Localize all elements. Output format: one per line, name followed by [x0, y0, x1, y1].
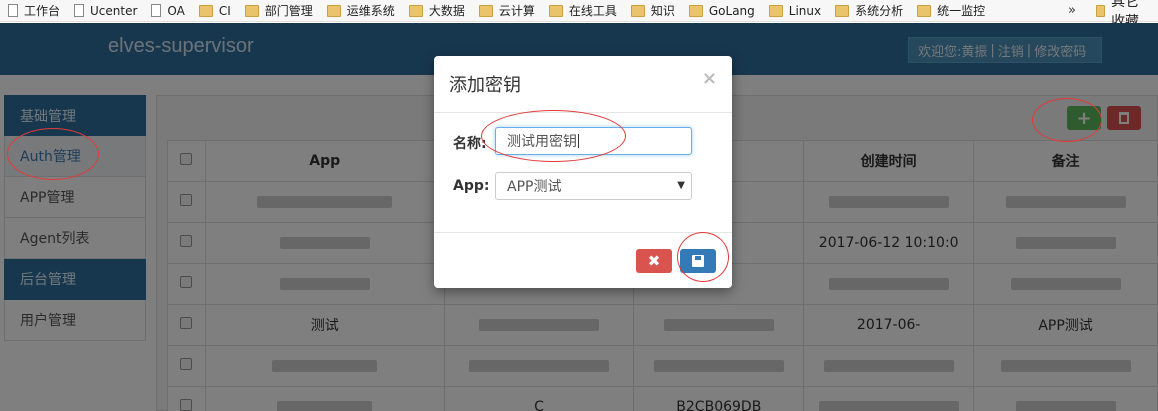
folder-icon — [408, 4, 423, 17]
bookmark-monitor[interactable]: 统一监控 — [917, 2, 985, 19]
save-button[interactable] — [680, 249, 716, 273]
cancel-button[interactable]: ✖ — [636, 249, 672, 273]
text-cursor — [578, 134, 579, 148]
name-label: 名称: — [453, 136, 487, 152]
folder-icon — [688, 4, 703, 17]
page-icon — [151, 4, 162, 17]
folder-icon — [326, 4, 341, 17]
name-field[interactable]: 测试用密钥 — [495, 127, 692, 155]
folder-icon — [548, 4, 563, 17]
bookmark-cloud[interactable]: 云计算 — [478, 2, 535, 19]
bookmark-knowledge[interactable]: 知识 — [630, 2, 675, 19]
bookmark-linux[interactable]: Linux — [768, 4, 821, 18]
bookmark-ci[interactable]: CI — [198, 4, 231, 18]
page-icon — [8, 4, 18, 17]
folder-icon — [917, 4, 932, 17]
bookmark-golang[interactable]: GoLang — [688, 4, 755, 18]
bookmark-oa[interactable]: OA — [151, 4, 185, 18]
folder-icon — [244, 4, 259, 17]
bookmark-dept[interactable]: 部门管理 — [244, 2, 313, 19]
folder-icon — [835, 4, 850, 17]
divider — [434, 112, 732, 113]
dialog-title: 添加密钥 — [449, 75, 521, 96]
bookmark-other[interactable]: 其它收藏 — [1096, 0, 1144, 30]
dropdown-caret-icon: ▼ — [677, 180, 685, 191]
bookmark-workbench[interactable]: 工作台 — [8, 2, 60, 19]
folder-icon — [478, 4, 493, 17]
close-icon[interactable]: × — [702, 68, 717, 89]
folder-icon — [768, 4, 783, 17]
folder-icon — [198, 4, 213, 17]
add-key-dialog: 添加密钥 × 名称: 测试用密钥 App: APP测试 ▼ ✖ — [434, 56, 732, 288]
bookmark-tools[interactable]: 在线工具 — [548, 2, 617, 19]
bookmark-bigdata[interactable]: 大数据 — [408, 2, 465, 19]
bookmark-analysis[interactable]: 系统分析 — [835, 2, 903, 19]
app-select[interactable]: APP测试 ▼ — [495, 172, 692, 200]
page-icon — [74, 4, 85, 17]
floppy-disk-icon — [692, 255, 704, 267]
folder-icon — [630, 4, 645, 17]
bookmarks-overflow-button[interactable]: » — [1068, 3, 1076, 18]
close-icon: ✖ — [647, 252, 661, 270]
divider — [434, 232, 732, 233]
app-label: App: — [453, 178, 490, 194]
folder-icon — [1096, 5, 1106, 17]
bookmark-ucenter[interactable]: Ucenter — [74, 4, 137, 18]
bookmarks-bar: 工作台 Ucenter OA CI 部门管理 运维系统 大数据 云计算 在线工具… — [0, 0, 1158, 22]
bookmark-ops[interactable]: 运维系统 — [326, 2, 395, 19]
